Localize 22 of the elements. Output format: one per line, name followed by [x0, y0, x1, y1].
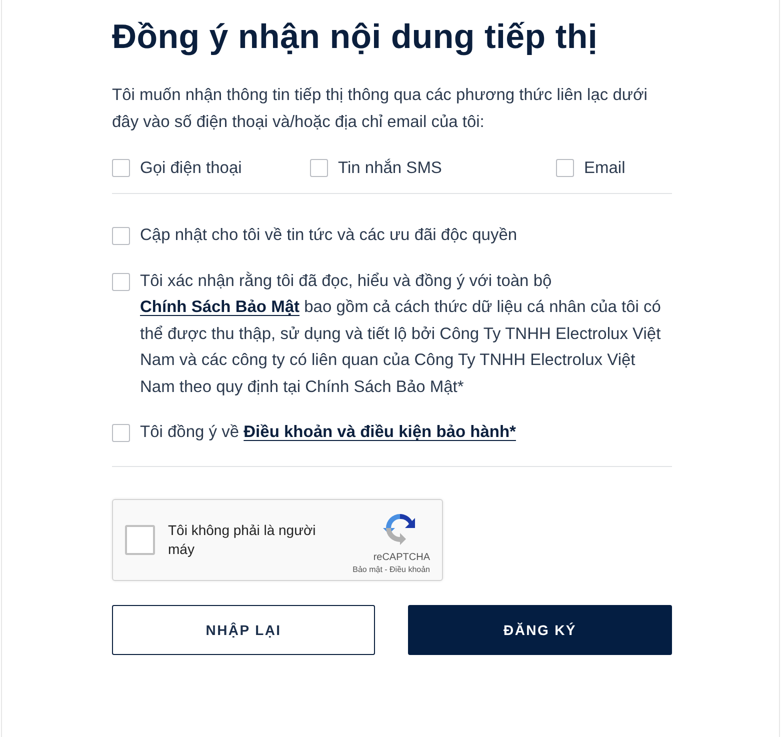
captcha-label: Tôi không phải là người máy: [168, 520, 317, 558]
option-label: Gọi điện thoại: [140, 158, 242, 178]
option-label: Tin nhắn SMS: [338, 158, 442, 178]
captcha-terms-links[interactable]: Bảo mật - Điều khoản: [352, 564, 430, 574]
intro-text: Tôi muốn nhận thông tin tiếp thị thông qua các phương thức liên lạc dưới đây vào số điện thoại và/hoặc địa chỉ email của tôi:: [112, 85, 648, 133]
checkbox[interactable]: [112, 272, 130, 290]
checkbox[interactable]: [112, 424, 130, 442]
register-button[interactable]: ĐĂNG KÝ: [408, 604, 672, 654]
consent-text: Cập nhật cho tôi về tin tức và các ưu đãi độc quyền: [140, 225, 518, 246]
reset-button[interactable]: NHẬP LẠI: [112, 604, 375, 654]
captcha-checkbox[interactable]: [125, 524, 155, 554]
checkbox[interactable]: [112, 159, 130, 177]
link[interactable]: Điều khoản và điều kiện bảo hành*: [244, 423, 516, 441]
consent-text: Tôi đồng ý về Điều khoản và điều kiện bảo hành*: [140, 422, 517, 443]
link[interactable]: Chính Sách Bảo Mật: [140, 298, 300, 316]
page-title: Đồng ý nhận nội dung tiếp thị: [112, 17, 599, 58]
option-label: Email: [584, 158, 626, 178]
checkbox[interactable]: [112, 227, 130, 245]
checkbox[interactable]: [310, 159, 328, 177]
checkbox[interactable]: [556, 159, 574, 177]
consent-text: Tôi xác nhận rằng tôi đã đọc, hiểu và đồng ý với toàn bộ Chính Sách Bảo Mật bao gồm cả cách thức dữ liệu cá nhân của tôi có thể được thu thập, sử dụng và tiết lộ bởi Công Ty TNHH Electrolux Việt Nam và các công ty có liên quan của Công Ty TNHH Electrolux Việt Nam theo quy định tại Chính Sách Bảo Mật*: [140, 270, 662, 398]
captcha-brand: reCAPTCHA: [373, 552, 430, 562]
